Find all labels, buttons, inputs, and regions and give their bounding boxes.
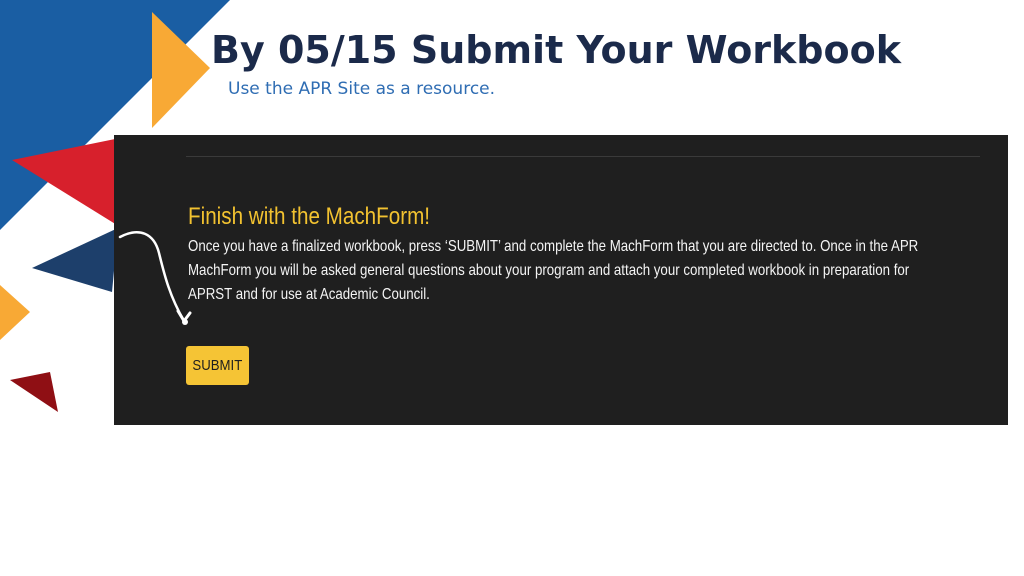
slide-title: By 05/15 Submit Your Workbook <box>211 28 901 72</box>
slide-subtitle: Use the APR Site as a resource. <box>228 79 496 99</box>
instructions-text: Once you have a finalized workbook, pres… <box>188 238 919 303</box>
divider <box>186 156 980 157</box>
submit-button-label: SUBMIT <box>192 357 243 374</box>
submit-button[interactable]: SUBMIT <box>186 346 249 385</box>
embedded-screenshot: Finish with the MachForm! Once you have … <box>114 135 1008 425</box>
darkred-triangle <box>10 372 58 412</box>
orange-triangle-left <box>0 285 30 340</box>
navy-triangle <box>32 228 118 292</box>
machform-heading: Finish with the MachForm! <box>188 203 431 230</box>
hand-drawn-arrow-icon <box>118 231 192 325</box>
